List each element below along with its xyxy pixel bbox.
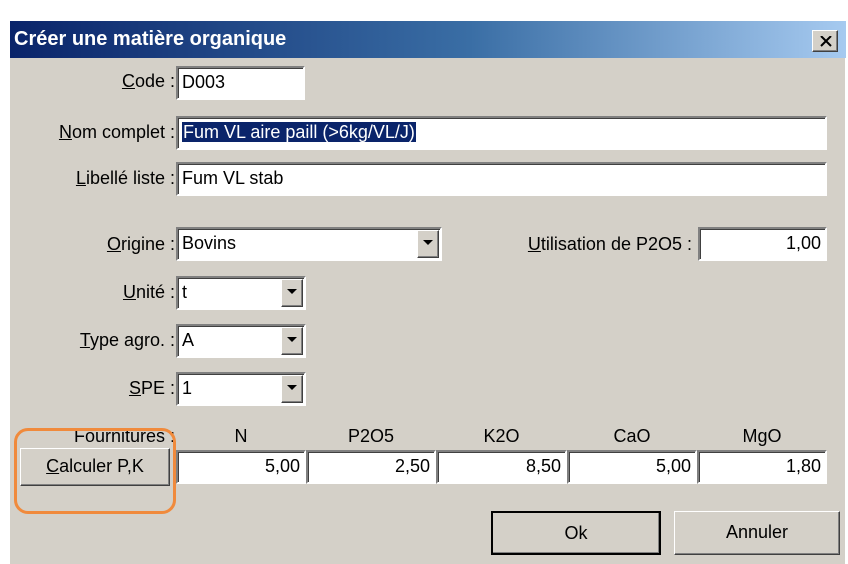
spe-dropdown-button[interactable] xyxy=(281,375,303,403)
origine-label: Origine : xyxy=(106,234,175,254)
close-icon xyxy=(820,36,832,47)
spe-value: 1 xyxy=(182,378,193,398)
unite-value: t xyxy=(182,282,188,302)
nutrient-field-mgo[interactable]: 1,80 xyxy=(697,450,827,484)
nutrient-field-cao[interactable]: 5,00 xyxy=(567,450,697,484)
unite-dropdown-button[interactable] xyxy=(281,279,303,307)
unite-select[interactable]: t xyxy=(176,276,306,310)
origine-value: Bovins xyxy=(182,233,237,253)
spe-select[interactable]: 1 xyxy=(176,372,306,406)
dialog-window: Créer une matière organique Code : D003 … xyxy=(9,20,846,564)
nutrient-field-n[interactable]: 5,00 xyxy=(176,450,306,484)
nom-complet-field[interactable]: Fum VL aire paill (>6kg/VL/J) xyxy=(176,116,827,150)
nom-complet-value: Fum VL aire paill (>6kg/VL/J) xyxy=(182,122,416,142)
nutrient-field-k2o[interactable]: 8,50 xyxy=(436,450,567,484)
dialog-title: Créer une matière organique xyxy=(14,28,287,50)
origine-dropdown-button[interactable] xyxy=(417,230,439,258)
close-button[interactable] xyxy=(812,30,838,52)
unite-label: Unité : xyxy=(122,282,175,302)
nom-complet-label: Nom complet : xyxy=(58,122,175,142)
nutrient-header-cao: CaO xyxy=(613,426,651,446)
type-agro-label: Type agro. : xyxy=(79,330,175,350)
chevron-down-icon xyxy=(287,289,297,294)
utilisation-p2o5-label: Utilisation de P2O5 : xyxy=(527,234,692,254)
chevron-down-icon xyxy=(423,240,433,245)
nutrient-header-mgo: MgO xyxy=(742,426,782,446)
origine-select[interactable]: Bovins xyxy=(176,227,442,261)
utilisation-p2o5-field[interactable]: 1,00 xyxy=(698,227,827,261)
highlight-annotation xyxy=(14,428,176,514)
code-label: Code : xyxy=(121,71,175,91)
libelle-liste-label: Libellé liste : xyxy=(75,168,175,188)
libelle-liste-field[interactable]: Fum VL stab xyxy=(176,162,827,196)
ok-button[interactable]: Ok xyxy=(491,511,661,555)
spe-label: SPE : xyxy=(128,378,175,398)
nutrient-field-p2o5[interactable]: 2,50 xyxy=(306,450,436,484)
nutrient-header-k2o: K2O xyxy=(483,426,520,446)
type-agro-value: A xyxy=(182,330,195,350)
nutrient-header-p2o5: P2O5 xyxy=(347,426,395,446)
chevron-down-icon xyxy=(287,337,297,342)
annuler-button[interactable]: Annuler xyxy=(674,511,840,555)
title-bar[interactable]: Créer une matière organique xyxy=(10,21,846,58)
nutrient-header-n: N xyxy=(234,426,248,446)
chevron-down-icon xyxy=(287,385,297,390)
type-agro-select[interactable]: A xyxy=(176,324,306,358)
code-field[interactable]: D003 xyxy=(176,66,305,100)
type-agro-dropdown-button[interactable] xyxy=(281,327,303,355)
